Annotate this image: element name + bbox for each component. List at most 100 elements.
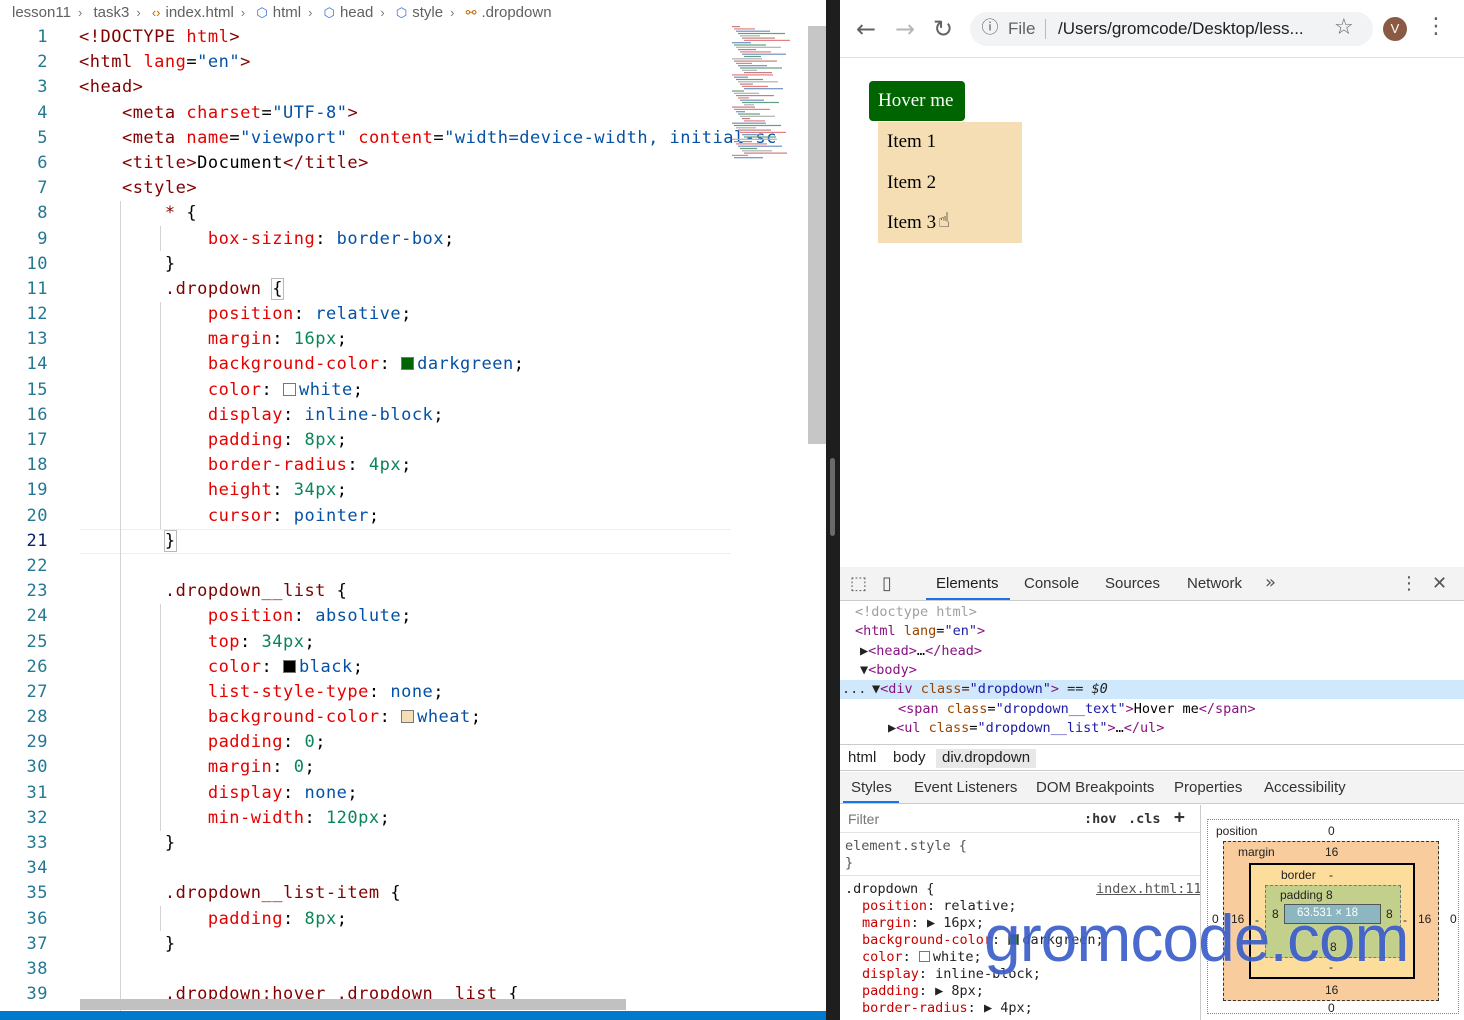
line-text[interactable]: display: none;	[79, 781, 358, 806]
line-text[interactable]: padding: 8px;	[79, 907, 347, 932]
line-text[interactable]: .dropdown__list {	[79, 579, 347, 604]
style-property[interactable]: color: white;	[862, 949, 982, 966]
dom-node[interactable]: ▼<body>	[840, 661, 1464, 680]
tab-elements[interactable]: Elements	[936, 575, 999, 592]
minimap[interactable]	[730, 24, 810, 164]
code-line[interactable]: 12 position: relative;	[0, 302, 730, 327]
code-line[interactable]: 24 position: absolute;	[0, 604, 730, 629]
dom-node[interactable]: ▶<head>…</head>	[840, 642, 1464, 661]
dom-node[interactable]: <span class="dropdown__text">Hover me</s…	[840, 700, 1464, 719]
line-text[interactable]: height: 34px;	[79, 478, 347, 503]
more-menu-icon[interactable]: ⋮	[1425, 14, 1447, 39]
tab-console[interactable]: Console	[1024, 575, 1079, 592]
code-line[interactable]: 13 margin: 16px;	[0, 327, 730, 352]
dropdown-item[interactable]: Item 2	[878, 163, 1022, 204]
code-line[interactable]: 3 <head>	[0, 75, 730, 100]
code-line[interactable]: 4 <meta charset="UTF-8">	[0, 101, 730, 126]
code-line[interactable]: 8 * {	[0, 201, 730, 226]
code-line[interactable]: 28 background-color: wheat;	[0, 705, 730, 730]
tab-sources[interactable]: Sources	[1105, 575, 1160, 592]
breadcrumb-file[interactable]: index.html	[166, 0, 234, 26]
breadcrumb-head[interactable]: head	[340, 0, 373, 26]
line-text[interactable]: <meta name="viewport" content="width=dev…	[79, 126, 777, 151]
inspect-element-icon[interactable]: ⬚	[850, 573, 867, 594]
line-text[interactable]: margin: 0;	[79, 755, 315, 780]
crumb-div-dropdown[interactable]: div.dropdown	[936, 749, 1037, 768]
code-line[interactable]: 26 color: black;	[0, 655, 730, 680]
line-text[interactable]: min-width: 120px;	[79, 806, 390, 831]
tab-accessibility[interactable]: Accessibility	[1264, 779, 1346, 796]
breadcrumb-style[interactable]: style	[412, 0, 443, 26]
dom-tree[interactable]: <!doctype html> <html lang="en"> ▶<head>…<…	[840, 602, 1464, 742]
device-toolbar-icon[interactable]: ▯	[882, 573, 892, 594]
code-line[interactable]: 32 min-width: 120px;	[0, 806, 730, 831]
code-line[interactable]: 5 <meta name="viewport" content="width=d…	[0, 126, 776, 151]
forward-arrow-icon[interactable]: →	[890, 14, 920, 44]
dom-node[interactable]: ▼<div class="dropdown"> == $0...	[840, 680, 1464, 700]
line-text[interactable]: top: 34px;	[79, 630, 315, 655]
node-actions-icon[interactable]: ...	[842, 680, 866, 699]
line-text[interactable]: margin: 16px;	[79, 327, 347, 352]
breadcrumb-html[interactable]: html	[273, 0, 301, 26]
back-arrow-icon[interactable]: ←	[851, 14, 881, 44]
line-text[interactable]: list-style-type: none;	[79, 680, 444, 705]
line-text[interactable]: <html lang="en">	[79, 50, 251, 75]
close-icon[interactable]: ✕	[1432, 573, 1447, 594]
line-text[interactable]: padding: 0;	[79, 730, 326, 755]
line-text[interactable]: }	[79, 932, 176, 957]
dom-node[interactable]: <!doctype html>	[840, 603, 1464, 622]
tab-event-listeners[interactable]: Event Listeners	[914, 779, 1017, 796]
line-text[interactable]: cursor: pointer;	[79, 504, 380, 529]
code-line[interactable]: 35 .dropdown__list-item {	[0, 881, 730, 906]
code-line[interactable]: 23 .dropdown__list {	[0, 579, 730, 604]
code-line[interactable]: 18 border-radius: 4px;	[0, 453, 730, 478]
styles-filter-input[interactable]	[842, 807, 1070, 831]
dropdown-item[interactable]: Item 1	[878, 122, 1022, 163]
code-line[interactable]: 38	[0, 957, 730, 982]
line-text[interactable]: .dropdown {	[79, 277, 284, 302]
code-line[interactable]: 31 display: none;	[0, 781, 730, 806]
dom-node[interactable]: ▶<ul class="dropdown__list">…</ul>	[840, 719, 1464, 738]
crumb-html[interactable]: html	[842, 749, 882, 768]
code-line[interactable]: 37 }	[0, 932, 730, 957]
code-line[interactable]: 14 background-color: darkgreen;	[0, 352, 730, 377]
url-text[interactable]: /Users/gromcode/Desktop/less...	[1058, 19, 1320, 39]
line-text[interactable]: background-color: wheat;	[79, 705, 482, 730]
style-property[interactable]: padding: ▶ 8px;	[862, 983, 984, 1000]
address-bar[interactable]: ⓘ File /Users/gromcode/Desktop/less... ☆	[970, 12, 1373, 46]
avatar[interactable]: V	[1383, 17, 1407, 41]
code-line[interactable]: 34	[0, 856, 730, 881]
code-line[interactable]: 29 padding: 0;	[0, 730, 730, 755]
vertical-scrollbar[interactable]	[808, 26, 826, 444]
line-text[interactable]: <head>	[79, 75, 143, 100]
breadcrumb-selector[interactable]: .dropdown	[481, 0, 551, 26]
line-text[interactable]: background-color: darkgreen;	[79, 352, 524, 377]
line-text[interactable]: padding: 8px;	[79, 428, 347, 453]
line-text[interactable]: display: inline-block;	[79, 403, 444, 428]
line-text[interactable]: <title>Document</title>	[79, 151, 369, 176]
code-line[interactable]: 6 <title>Document</title>	[0, 151, 730, 176]
code-lines[interactable]: 1 <!DOCTYPE html> 2 <html lang="en"> 3 <head>…	[0, 25, 777, 1007]
split-resize-handle[interactable]	[830, 458, 835, 536]
cls-toggle[interactable]: .cls	[1128, 811, 1161, 827]
line-text[interactable]: }	[79, 529, 177, 554]
code-line[interactable]: 30 margin: 0;	[0, 755, 730, 780]
code-line[interactable]: 2 <html lang="en">	[0, 50, 730, 75]
hov-toggle[interactable]: :hov	[1084, 811, 1117, 827]
line-text[interactable]: * {	[79, 201, 197, 226]
new-rule-icon[interactable]: +	[1174, 807, 1185, 828]
line-text[interactable]: position: absolute;	[79, 604, 412, 629]
line-text[interactable]: .dropdown__list-item {	[79, 881, 401, 906]
code-line[interactable]: 7 <style>	[0, 176, 730, 201]
line-text[interactable]: color: black;	[79, 655, 363, 680]
code-line[interactable]: 22	[0, 554, 730, 579]
code-line[interactable]: 27 list-style-type: none;	[0, 680, 730, 705]
code-line[interactable]: 36 padding: 8px;	[0, 907, 730, 932]
reload-icon[interactable]: ↻	[928, 14, 958, 44]
color-swatch[interactable]	[918, 951, 930, 962]
code-line[interactable]: 21 }	[0, 529, 730, 554]
line-text[interactable]: <!DOCTYPE html>	[79, 25, 240, 50]
more-tabs-icon[interactable]: »	[1265, 572, 1276, 593]
line-text[interactable]: position: relative;	[79, 302, 412, 327]
code-line[interactable]: 9 box-sizing: border-box;	[0, 227, 730, 252]
